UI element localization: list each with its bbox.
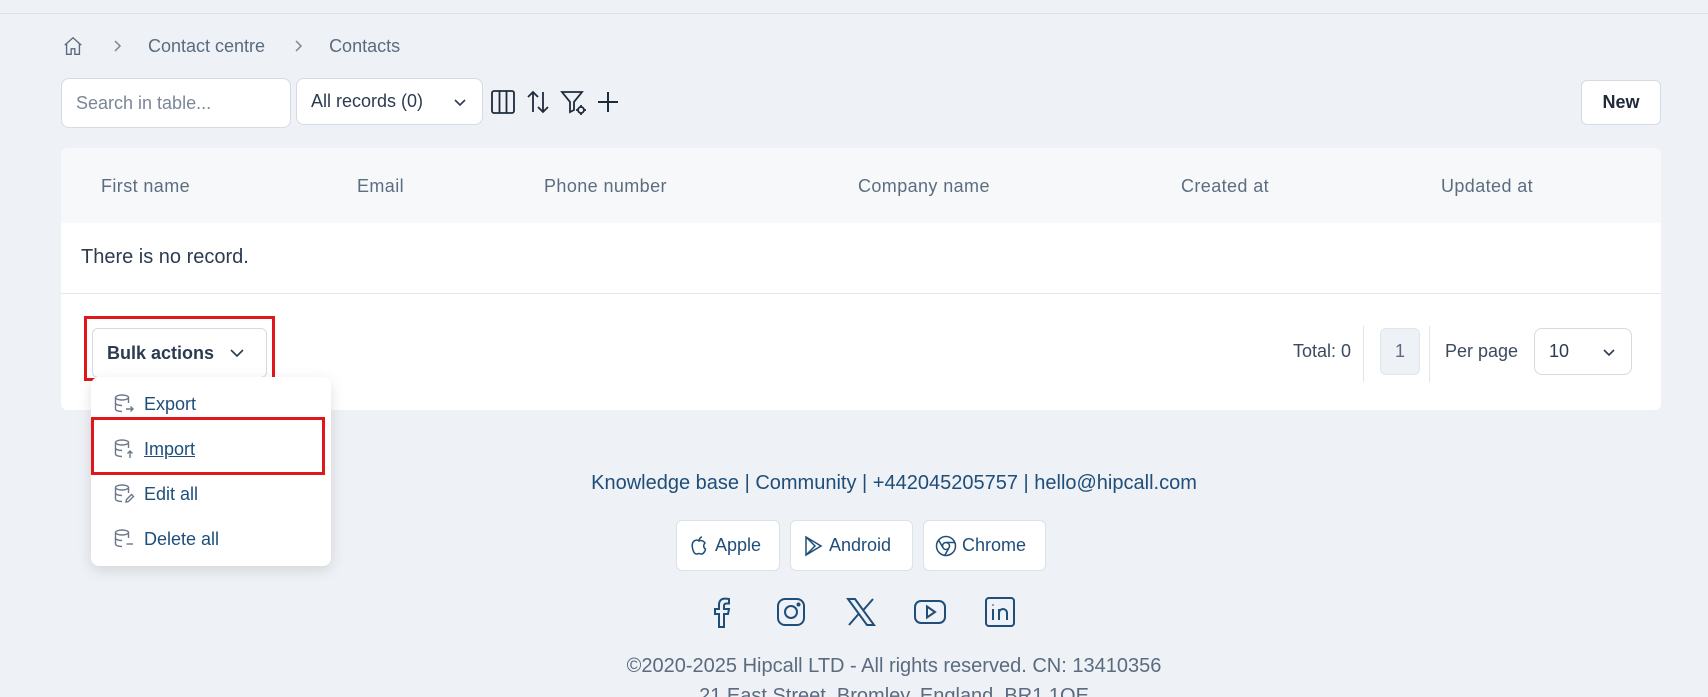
- menu-item-label: Import: [144, 438, 196, 459]
- column-header-email[interactable]: Email: [357, 176, 404, 197]
- new-button[interactable]: New: [1581, 80, 1661, 125]
- pagination-divider: [1429, 326, 1430, 382]
- per-page-label: Per page: [1445, 341, 1519, 361]
- facebook-icon[interactable]: [704, 594, 740, 630]
- bulk-actions-label: Bulk actions: [107, 342, 215, 363]
- total-count: Total: 0: [1293, 341, 1352, 361]
- filter-settings-icon[interactable]: [559, 88, 587, 116]
- database-delete-icon: [114, 529, 133, 548]
- community-link[interactable]: Community: [755, 472, 856, 494]
- search-input[interactable]: [61, 78, 291, 128]
- home-icon[interactable]: [62, 35, 84, 57]
- footer-separator: |: [856, 472, 873, 494]
- per-page-select[interactable]: 10: [1534, 328, 1632, 375]
- column-header-phone-number[interactable]: Phone number: [544, 176, 667, 197]
- chrome-store-button[interactable]: Chrome: [923, 520, 1046, 571]
- footer-links: Knowledge base | Community | +4420452057…: [0, 472, 1708, 495]
- menu-item-export[interactable]: Export: [113, 389, 196, 419]
- chrome-icon: [935, 535, 957, 556]
- chrome-label: Chrome: [962, 535, 1027, 555]
- footer-separator: |: [1017, 472, 1035, 494]
- column-header-created-at[interactable]: Created at: [1181, 176, 1269, 197]
- copyright-text: ©2020-2025 Hipcall LTD - All rights rese…: [626, 655, 1162, 677]
- chevron-right-icon: [295, 40, 303, 52]
- records-filter-select[interactable]: All records (0): [296, 78, 483, 125]
- column-header-updated-at[interactable]: Updated at: [1441, 176, 1533, 197]
- column-header-first-name[interactable]: First name: [101, 176, 190, 197]
- top-divider: [0, 13, 1708, 14]
- table-divider: [61, 293, 1661, 294]
- chevron-down-icon: [1603, 348, 1615, 356]
- chevron-down-icon: [230, 349, 244, 358]
- android-label: Android: [829, 535, 892, 555]
- per-page-value: 10: [1549, 341, 1570, 361]
- pagination-divider: [1363, 326, 1364, 382]
- columns-icon[interactable]: [489, 88, 517, 116]
- email-link[interactable]: hello@hipcall.com: [1034, 472, 1197, 494]
- menu-item-import[interactable]: Import: [113, 434, 195, 464]
- menu-item-label: Delete all: [144, 528, 220, 549]
- chevron-right-icon: [114, 40, 122, 52]
- bulk-actions-button[interactable]: Bulk actions: [92, 328, 267, 378]
- chevron-down-icon: [454, 98, 466, 106]
- phone-link[interactable]: +442045205757: [873, 472, 1018, 494]
- youtube-icon[interactable]: [912, 594, 948, 630]
- empty-message: There is no record.: [81, 246, 249, 268]
- menu-item-delete-all[interactable]: Delete all: [113, 524, 219, 554]
- database-import-icon: [114, 439, 133, 458]
- menu-item-label: Export: [144, 393, 197, 414]
- page-1-button[interactable]: 1: [1380, 328, 1420, 375]
- google-play-icon: [805, 535, 823, 556]
- apple-icon: [691, 535, 707, 555]
- breadcrumb-contacts: Contacts: [329, 35, 401, 56]
- apple-store-button[interactable]: Apple: [676, 520, 780, 571]
- android-store-button[interactable]: Android: [790, 520, 913, 571]
- database-export-icon: [114, 394, 134, 413]
- instagram-icon[interactable]: [773, 594, 809, 630]
- records-filter-label: All records (0): [311, 91, 424, 111]
- plus-icon[interactable]: [594, 88, 622, 116]
- knowledge-base-link[interactable]: Knowledge base: [591, 472, 739, 494]
- sort-icon[interactable]: [524, 88, 552, 116]
- linkedin-icon[interactable]: [982, 594, 1018, 630]
- breadcrumb: Contact centre Contacts: [62, 33, 400, 59]
- column-header-company-name[interactable]: Company name: [858, 176, 990, 197]
- table-header: First name Email Phone number Company na…: [61, 148, 1661, 223]
- breadcrumb-contact-centre[interactable]: Contact centre: [148, 36, 265, 57]
- footer-separator: |: [739, 472, 756, 494]
- apple-label: Apple: [715, 535, 762, 555]
- contacts-table: First name Email Phone number Company na…: [61, 148, 1661, 410]
- address-text: 21 East Street, Bromley, England, BR1 1Q…: [699, 685, 1089, 697]
- x-icon[interactable]: [843, 594, 879, 630]
